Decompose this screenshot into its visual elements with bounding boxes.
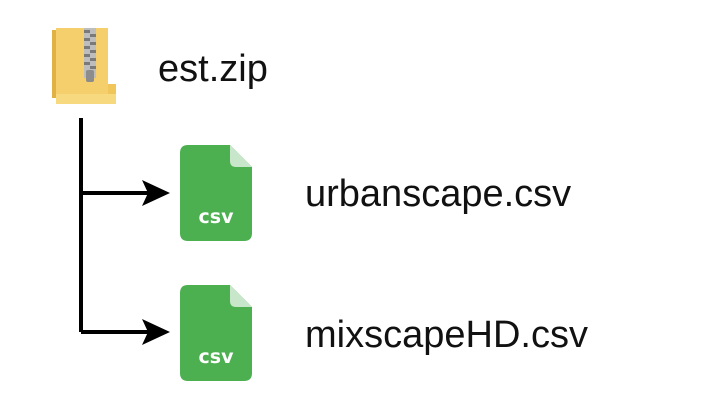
- csv-file-icon: csv: [180, 145, 252, 241]
- zip-folder-icon: [52, 28, 116, 104]
- csv-file-icon: csv: [180, 285, 252, 381]
- csv-file-name: mixscapeHD.csv: [305, 314, 588, 356]
- csv-badge-text: csv: [199, 206, 235, 228]
- csv-badge-text: csv: [199, 346, 235, 368]
- csv-file-name: urbanscape.csv: [305, 173, 572, 215]
- zip-archive-name: est.zip: [158, 48, 268, 90]
- file-tree-diagram: est.zip csv urbanscape.csv csv mixscapeH…: [0, 0, 701, 406]
